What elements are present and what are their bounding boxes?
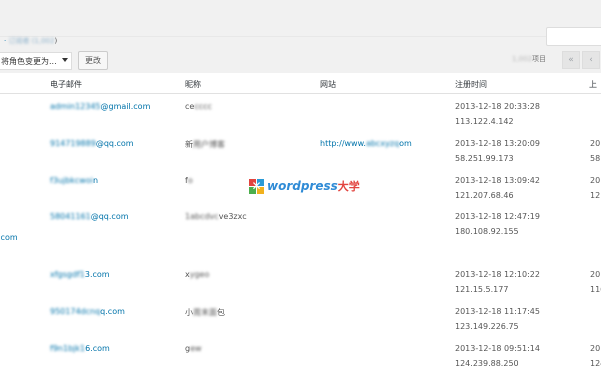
side-email-fragment[interactable]: .com xyxy=(0,233,18,242)
wordpress-daxue-watermark: ✕ wordpress大学 xyxy=(249,178,360,194)
registered-time: 2013-12-18 12:47:19 180.108.92.155 xyxy=(455,212,540,236)
nickname: 1abcdvcve3zxc xyxy=(185,212,247,221)
nickname: fo xyxy=(185,176,193,185)
filter-count: (1,002 xyxy=(31,37,55,45)
registered-time: 2013-12-18 20:33:28 113.122.4.142 xyxy=(455,102,540,126)
change-role-label: 将角色变更为... xyxy=(1,56,57,66)
change-button[interactable]: 更改 xyxy=(78,51,108,70)
registered-time: 2013-12-18 11:17:45 123.149.226.75 xyxy=(455,307,540,331)
users-table: 电子邮件 昵称 网站 注册时间 上 admin12345@gmail.com c… xyxy=(0,73,601,372)
registered-time: 2013-12-18 12:10:22 121.15.5.177 xyxy=(455,270,540,294)
nickname: 小周末面包 xyxy=(185,308,225,317)
email-link[interactable]: 914719889@qq.com xyxy=(50,139,134,148)
last-login: 201121 xyxy=(590,176,601,200)
website-link[interactable]: http://www.abcxyzqom xyxy=(320,139,412,148)
watermark-text: wordpress大学 xyxy=(267,179,360,193)
column-email[interactable]: 电子邮件 xyxy=(50,79,82,90)
chevron-down-icon xyxy=(62,58,68,62)
items-label: 项目 xyxy=(532,55,547,63)
table-header: 电子邮件 昵称 网站 注册时间 上 xyxy=(0,73,601,94)
prev-page-button[interactable]: ‹ xyxy=(582,51,600,69)
last-login: 201116 xyxy=(590,270,601,294)
search-input[interactable] xyxy=(546,27,601,46)
wordpress-daxue-logo-icon: ✕ xyxy=(249,178,264,194)
last-login: 20158. xyxy=(590,139,601,163)
first-page-button[interactable]: « xyxy=(562,51,580,69)
email-link[interactable]: f3ujbkcwoin xyxy=(50,176,98,185)
items-number: 1,002 xyxy=(512,55,533,63)
last-login: 201124 xyxy=(590,344,601,368)
nickname: xygeo xyxy=(185,270,210,279)
change-role-select[interactable]: 将角色变更为... xyxy=(0,52,72,70)
registered-time: 2013-12-18 09:51:14 124.239.88.250 xyxy=(455,344,540,368)
role-filter[interactable]: · 订阅者 (1,002) xyxy=(4,36,57,46)
email-link[interactable]: f9n1bjk16.com xyxy=(50,344,110,353)
nickname: 新用户博客 xyxy=(185,140,225,149)
registered-time: 2013-12-18 13:20:09 58.251.99.173 xyxy=(455,139,540,163)
filter-close: ) xyxy=(54,37,58,45)
items-count: 1,002项目 xyxy=(512,54,546,64)
nickname: cecccc xyxy=(185,102,212,111)
nickname: gew xyxy=(185,344,202,353)
email-link[interactable]: admin12345@gmail.com xyxy=(50,102,150,111)
email-link[interactable]: xfgsgdf13.com xyxy=(50,270,110,279)
column-registered[interactable]: 注册时间 xyxy=(455,79,487,90)
column-nickname[interactable]: 昵称 xyxy=(185,79,201,90)
filter-label[interactable]: 订阅者 xyxy=(8,37,29,45)
column-website[interactable]: 网站 xyxy=(320,79,336,90)
email-link[interactable]: 950174dcnqq.com xyxy=(50,307,125,316)
email-link[interactable]: 58041161@qq.com xyxy=(50,212,129,221)
registered-time: 2013-12-18 13:09:42 121.207.68.46 xyxy=(455,176,540,200)
column-last[interactable]: 上 xyxy=(589,79,597,90)
top-divider xyxy=(0,36,601,37)
